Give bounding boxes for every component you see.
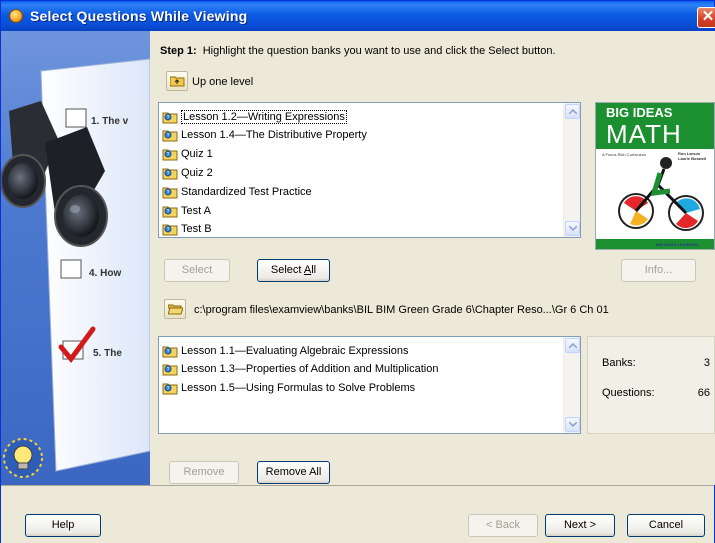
svg-text:?: ? <box>167 171 170 177</box>
window-title: Select Questions While Viewing <box>30 8 248 24</box>
checkbox-icon <box>65 108 87 128</box>
question-bank-icon: ? <box>162 110 178 124</box>
question-bank-icon: ? <box>162 204 178 218</box>
banks-count: 3 <box>703 357 710 369</box>
list-item[interactable]: ? Standardized Test Practice <box>162 183 312 200</box>
banks-count-row: Banks: 3 <box>602 357 710 369</box>
question-bank-icon: ? <box>162 344 178 358</box>
title-bar: Select Questions While Viewing ✕ <box>1 1 715 31</box>
book-author-2: Laurie Boswell <box>678 156 706 161</box>
book-title-line1: BIG IDEAS <box>606 105 673 120</box>
select-all-label-start: Select <box>270 264 304 276</box>
sidebar-item-label: 5. The <box>93 348 122 359</box>
svg-text:?: ? <box>167 190 170 196</box>
scroll-down-button[interactable] <box>565 221 580 236</box>
checkbox-icon <box>60 259 82 279</box>
sidebar-item-label: 1. The v <box>91 116 129 127</box>
chevron-up-icon <box>569 109 577 114</box>
svg-text:?: ? <box>167 133 170 139</box>
close-button[interactable]: ✕ <box>697 7 715 28</box>
remove-all-button[interactable]: Remove All <box>257 461 330 484</box>
svg-text:?: ? <box>167 386 170 392</box>
book-publisher: BIG IDEAS LEARNING <box>656 242 698 247</box>
list-item[interactable]: ? Quiz 1 <box>162 145 213 162</box>
svg-text:?: ? <box>167 367 170 373</box>
vertical-scrollbar[interactable] <box>563 337 580 433</box>
remove-button[interactable]: Remove <box>169 461 239 484</box>
question-bank-icon: ? <box>162 166 178 180</box>
svg-text:?: ? <box>167 152 170 158</box>
question-bank-icon: ? <box>162 362 178 376</box>
chevron-down-icon <box>569 422 577 427</box>
book-subtitle: A Focus Rich Curriculum <box>602 152 647 157</box>
scroll-down-button[interactable] <box>565 417 580 432</box>
up-one-level-label: Up one level <box>192 76 254 88</box>
svg-text:?: ? <box>167 349 170 355</box>
info-button[interactable]: Info... <box>621 259 696 282</box>
folder-up-icon <box>170 76 185 87</box>
select-button[interactable]: Select <box>164 259 230 282</box>
question-bank-icon: ? <box>162 185 178 199</box>
book-title-line2: MATH <box>606 119 682 149</box>
scroll-up-button[interactable] <box>565 104 580 119</box>
list-item[interactable]: ? Quiz 2 <box>162 164 213 181</box>
book-cover-image: BIG IDEAS MATH A Focus Rich Curriculum R… <box>595 102 715 250</box>
cancel-button[interactable]: Cancel <box>627 514 705 537</box>
question-bank-icon: ? <box>162 128 178 142</box>
app-icon <box>9 9 23 23</box>
folder-open-icon <box>168 304 183 315</box>
sidebar-item-label: 4. How <box>89 268 121 279</box>
content-area: Step 1: Highlight the question banks you … <box>150 31 715 485</box>
step-text: Highlight the question banks you want to… <box>202 45 556 57</box>
next-button[interactable]: Next > <box>545 514 615 537</box>
browse-folder-button[interactable] <box>164 299 186 319</box>
selected-banks-list[interactable]: ? Lesson 1.1—Evaluating Algebraic Express… <box>158 336 581 434</box>
sidebar-illustration: 1. The v 3. 4. How 5. The <box>1 58 150 478</box>
list-item[interactable]: ? Lesson 1.2—Writing Expressions <box>162 108 347 125</box>
scroll-up-button[interactable] <box>565 338 580 353</box>
questions-label: Questions: <box>602 387 655 399</box>
selection-summary-panel: Banks: 3 Questions: 66 <box>587 336 715 434</box>
wizard-button-bar: Help < Back Next > Cancel <box>1 485 714 543</box>
bank-folder-path: c:\program files\examview\banks\BIL BIM … <box>194 304 609 316</box>
questions-count-row: Questions: 66 <box>602 387 710 399</box>
chevron-up-icon <box>569 343 577 348</box>
question-bank-icon: ? <box>162 381 178 395</box>
vertical-scrollbar[interactable] <box>563 103 580 237</box>
questions-count: 66 <box>697 387 710 399</box>
back-button[interactable]: < Back <box>468 514 538 537</box>
svg-text:?: ? <box>167 115 170 121</box>
banks-label: Banks: <box>602 357 636 369</box>
list-item[interactable]: ? Lesson 1.3—Properties of Addition and M… <box>162 360 438 377</box>
up-one-level-button[interactable] <box>166 71 188 91</box>
list-item[interactable]: ? Test A <box>162 202 211 219</box>
chevron-down-icon <box>569 226 577 231</box>
select-all-button[interactable]: Select All <box>257 259 330 282</box>
svg-text:?: ? <box>167 209 170 215</box>
select-all-label-end: ll <box>311 264 317 276</box>
list-item[interactable]: ? Lesson 1.5—Using Formulas to Solve Prob… <box>162 379 415 396</box>
book-cover-art: BIG IDEAS MATH A Focus Rich Curriculum R… <box>596 103 714 249</box>
svg-text:?: ? <box>167 227 170 233</box>
list-item[interactable]: ? Lesson 1.1—Evaluating Algebraic Express… <box>162 342 408 359</box>
help-button[interactable]: Help <box>25 514 101 537</box>
question-bank-icon: ? <box>162 147 178 161</box>
step-instruction: Step 1: Highlight the question banks you … <box>160 45 556 57</box>
list-item[interactable]: ? Lesson 1.4—The Distributive Property <box>162 126 367 143</box>
step-number: Step 1: <box>160 45 197 57</box>
list-item[interactable]: ? Test B <box>162 220 212 237</box>
lightbulb-icon <box>3 438 43 478</box>
available-banks-list[interactable]: ? Lesson 1.2—Writing Expressions ? Lesson … <box>158 102 581 238</box>
question-bank-icon: ? <box>162 222 178 236</box>
dialog-window: Select Questions While Viewing ✕ 1. The … <box>0 0 715 543</box>
wizard-sidebar: 1. The v 3. 4. How 5. The <box>1 31 150 485</box>
